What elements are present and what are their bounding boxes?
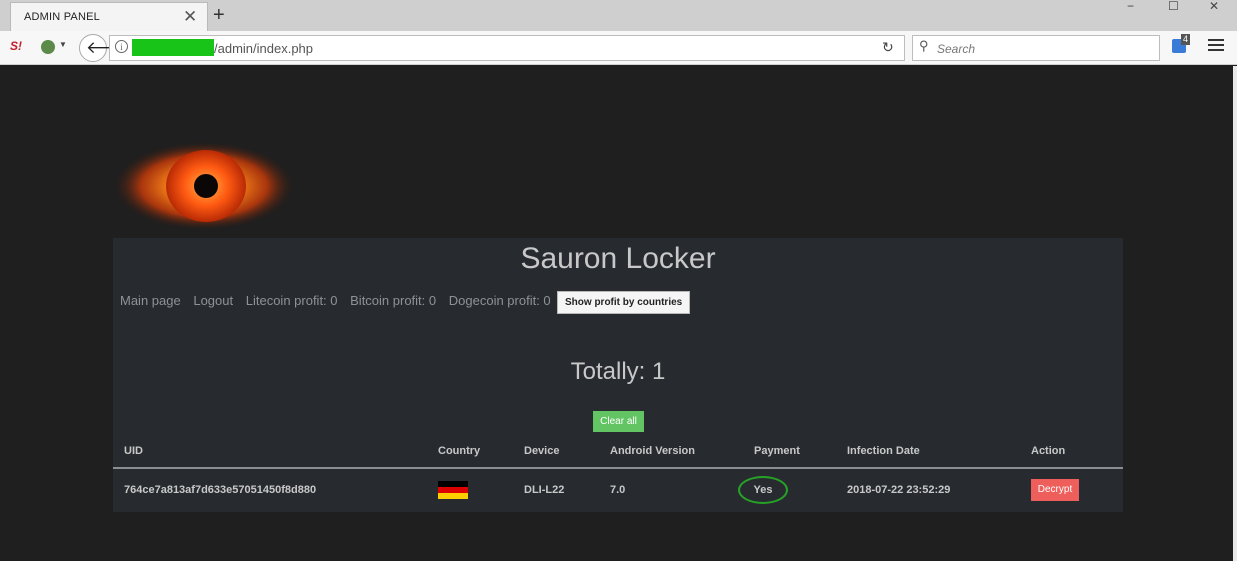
extension-badge-count: 4 — [1181, 34, 1191, 45]
search-input[interactable]: ⚲ Search — [912, 35, 1160, 61]
cell-uid: 764ce7a813af7d633e57051450f8d880 — [124, 483, 317, 496]
chevron-down-icon[interactable]: ▼ — [59, 40, 67, 49]
table-header-row: UID Country Device Android Version Payme… — [113, 435, 1123, 469]
new-tab-icon[interactable]: + — [213, 4, 225, 26]
germany-flag-icon — [438, 480, 468, 499]
dogecoin-profit: Dogecoin profit: 0 — [448, 293, 551, 308]
search-placeholder: Search — [937, 42, 976, 56]
window-maximize-icon[interactable]: ☐ — [1168, 0, 1179, 12]
payment-status: Yes — [738, 475, 788, 504]
column-header-uid: UID — [113, 435, 438, 469]
column-header-action: Action — [1031, 435, 1123, 469]
cell-payment: Yes — [738, 468, 847, 510]
column-header-device: Device — [524, 435, 610, 469]
window-close-icon[interactable]: ✕ — [1209, 0, 1219, 12]
info-icon[interactable]: i — [115, 40, 128, 53]
url-bar[interactable]: i /admin/index.php ↻ — [109, 35, 905, 61]
column-header-payment: Payment — [754, 435, 847, 469]
cell-device: DLI-L22 — [524, 483, 565, 496]
back-button[interactable]: 🡐 — [79, 34, 132, 62]
column-header-infection-date: Infection Date — [847, 435, 1031, 469]
tab-title: ADMIN PANEL — [24, 11, 100, 23]
page-title: Sauron Locker — [520, 242, 716, 275]
nav-main-page-link[interactable]: Main page — [120, 293, 181, 308]
show-profit-by-countries-button[interactable]: Show profit by countries — [557, 291, 691, 314]
total-count: Totally: 1 — [570, 358, 666, 385]
tor-onion-icon[interactable] — [41, 40, 55, 54]
cell-country — [438, 468, 524, 510]
clear-all-button[interactable]: Clear all — [593, 411, 644, 432]
cell-action: Decrypt — [1031, 468, 1123, 510]
page-viewport: Sauron Locker Main page Logout Litecoin … — [0, 66, 1233, 561]
hamburger-menu-icon[interactable] — [1208, 39, 1224, 53]
search-icon: ⚲ — [919, 38, 929, 53]
nav-logout-link[interactable]: Logout — [193, 293, 233, 308]
bitcoin-profit: Bitcoin profit: 0 — [350, 293, 437, 308]
victims-table: UID Country Device Android Version Payme… — [113, 435, 1123, 510]
nav-bar: Main page Logout Litecoin profit: 0 Bitc… — [120, 293, 560, 308]
column-header-country: Country — [438, 435, 524, 469]
decrypt-button[interactable]: Decrypt — [1031, 478, 1079, 501]
scrollbar[interactable] — [1233, 66, 1237, 561]
toolbar-addon-logo-icon[interactable]: S! — [10, 39, 22, 53]
browser-tab[interactable]: ADMIN PANEL ✕ — [10, 2, 208, 31]
url-redaction — [132, 39, 214, 56]
tab-close-icon[interactable]: ✕ — [183, 7, 197, 27]
browser-tab-bar: ADMIN PANEL ✕ + − ☐ ✕ — [0, 0, 1237, 31]
admin-panel: Sauron Locker Main page Logout Litecoin … — [113, 238, 1123, 512]
url-path: /admin/index.php — [214, 41, 314, 56]
browser-toolbar: S! ▼ 🡐 i /admin/index.php ↻ ⚲ Search 4 — [0, 31, 1237, 65]
column-header-android-version: Android Version — [610, 435, 754, 469]
reload-icon[interactable]: ↻ — [882, 39, 894, 56]
eye-logo — [114, 142, 294, 230]
cell-android-version: 7.0 — [610, 483, 626, 496]
table-row: 764ce7a813af7d633e57051450f8d880 DLI-L22… — [113, 468, 1123, 510]
cell-infection-date: 2018-07-22 23:52:29 — [847, 483, 951, 496]
window-minimize-icon[interactable]: − — [1127, 0, 1134, 12]
litecoin-profit: Litecoin profit: 0 — [245, 293, 338, 308]
